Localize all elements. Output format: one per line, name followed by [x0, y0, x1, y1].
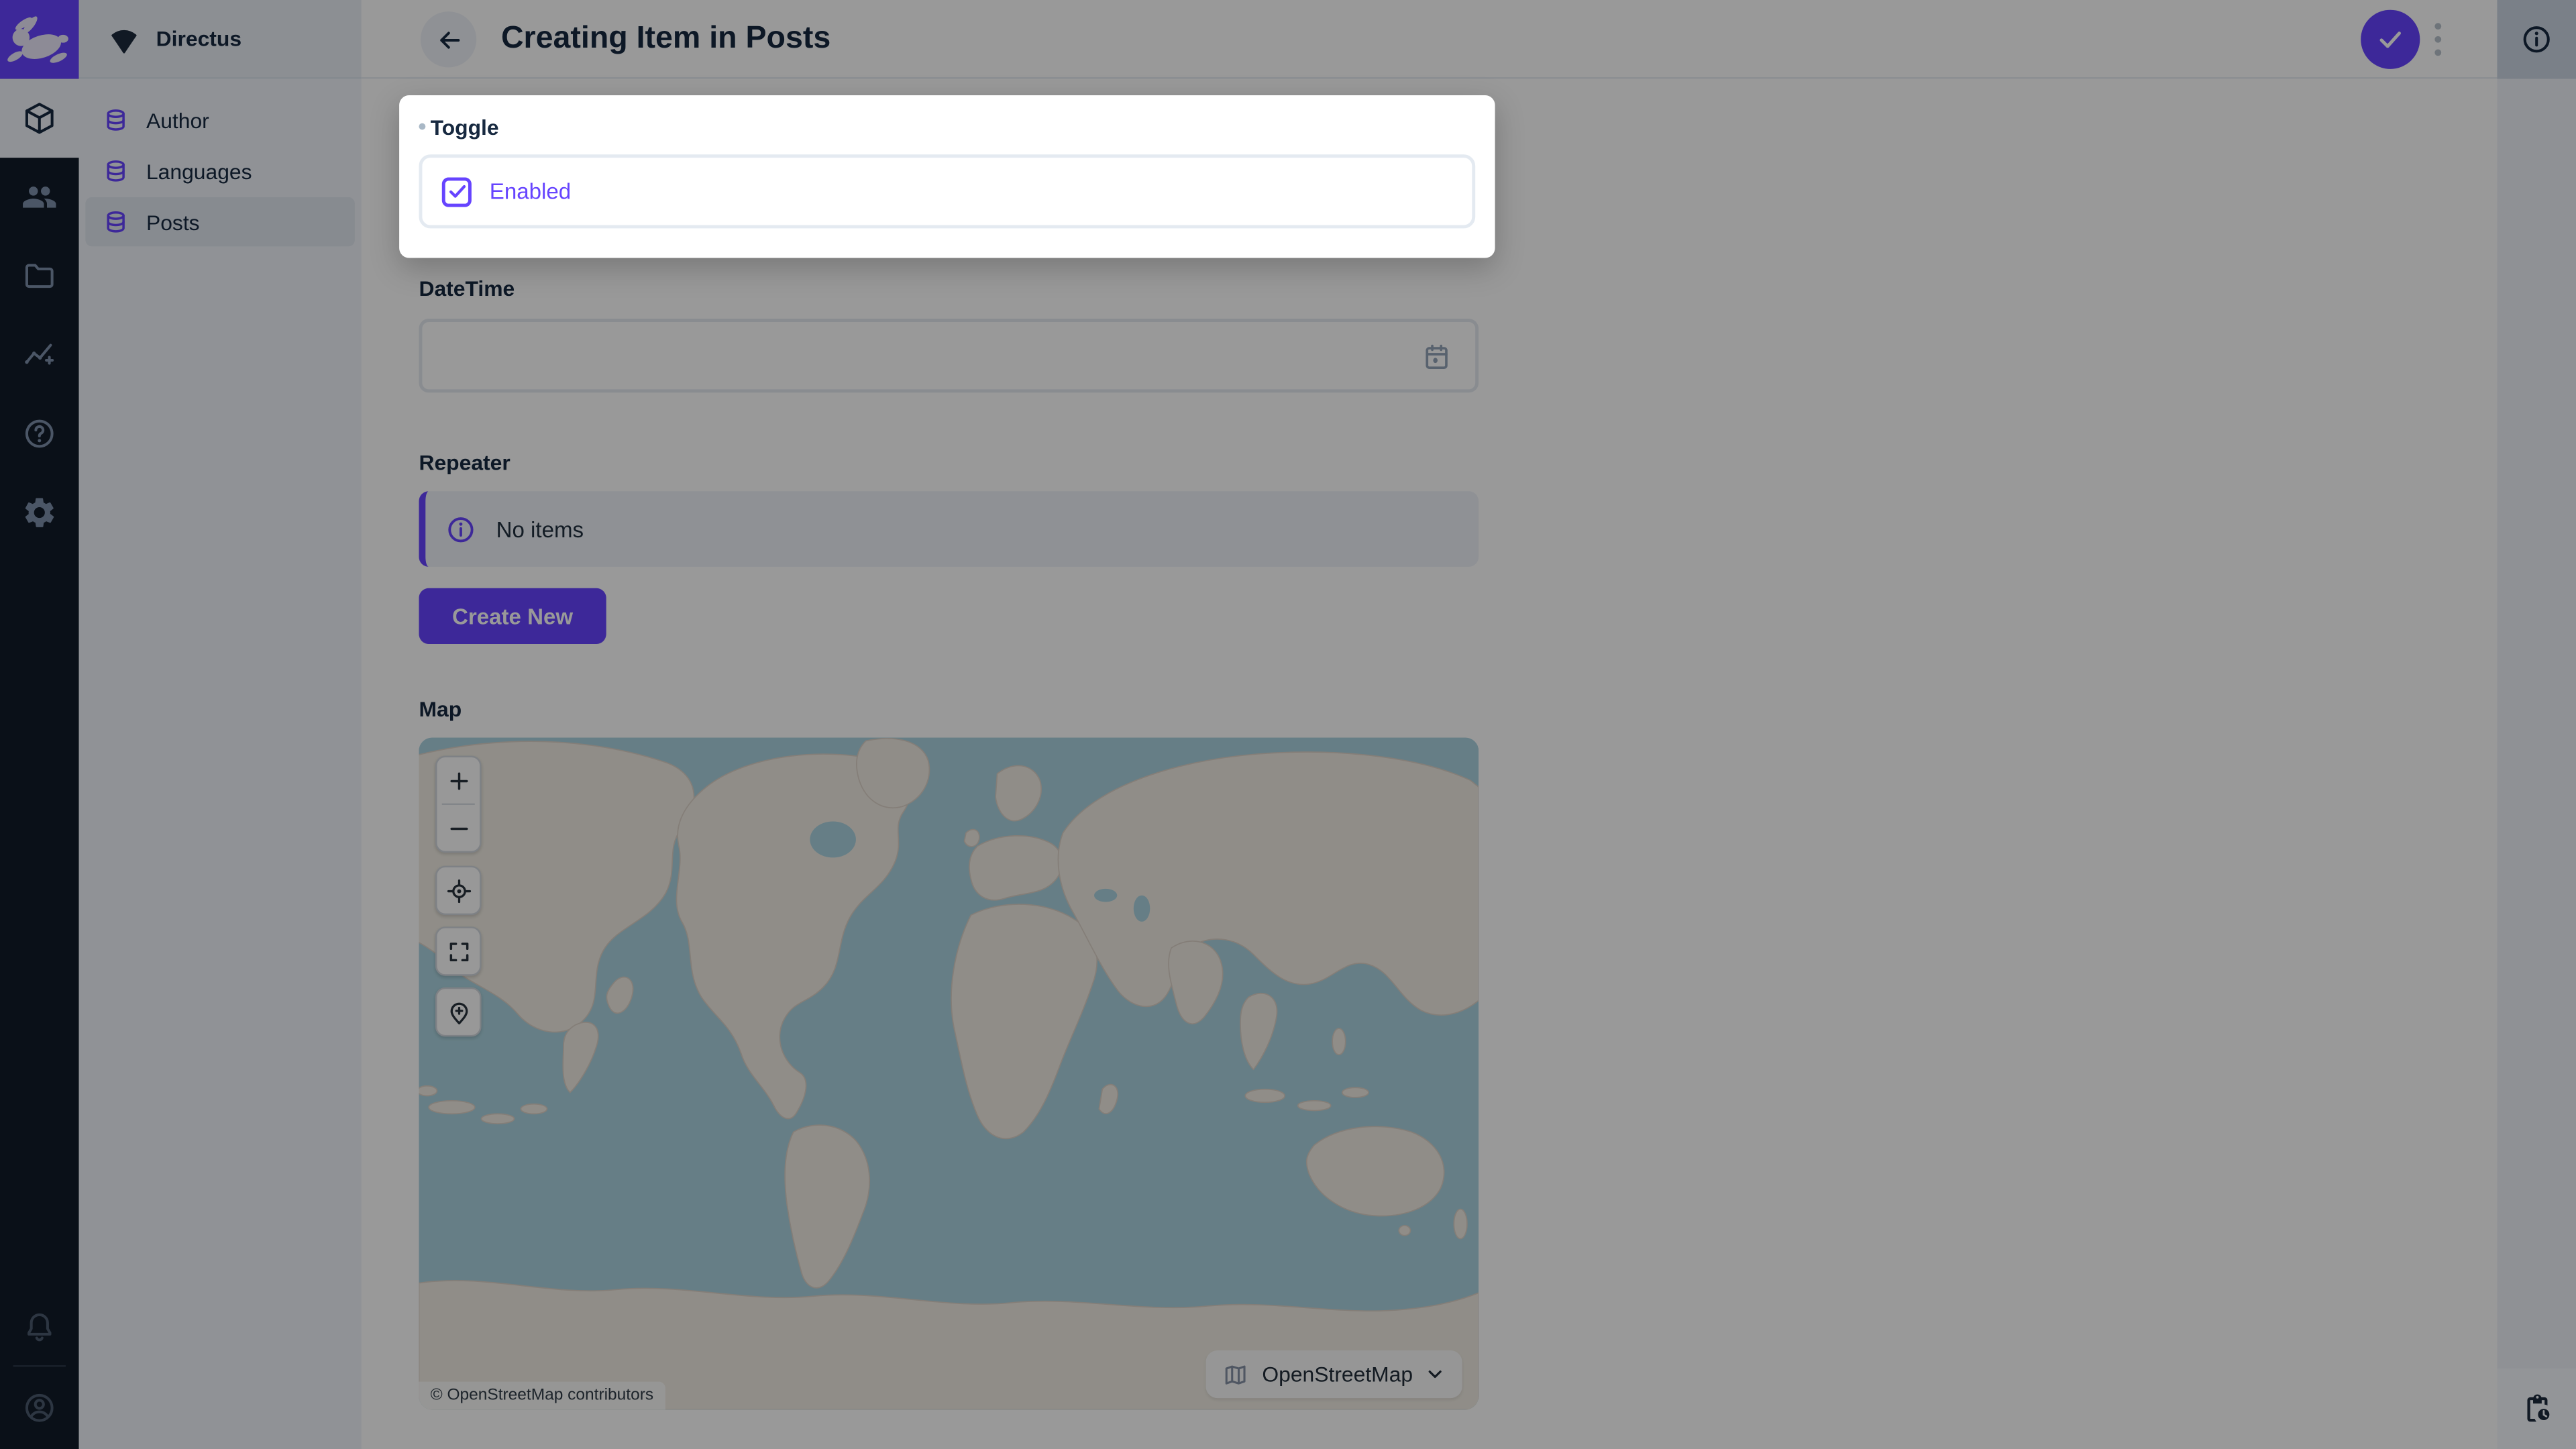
toggle-checkbox[interactable] — [442, 176, 472, 206]
checkmark-icon — [446, 180, 468, 202]
directus-app: Directus Author Languages — [0, 0, 2576, 1449]
toggle-input[interactable]: Enabled — [419, 154, 1475, 228]
toggle-field-label: Toggle — [431, 114, 499, 139]
field-edited-dot — [419, 123, 425, 130]
toggle-field-spotlight: Toggle Enabled — [399, 95, 1495, 258]
toggle-checkbox-label: Enabled — [490, 179, 571, 204]
toggle-field-header: Toggle — [419, 113, 1475, 140]
